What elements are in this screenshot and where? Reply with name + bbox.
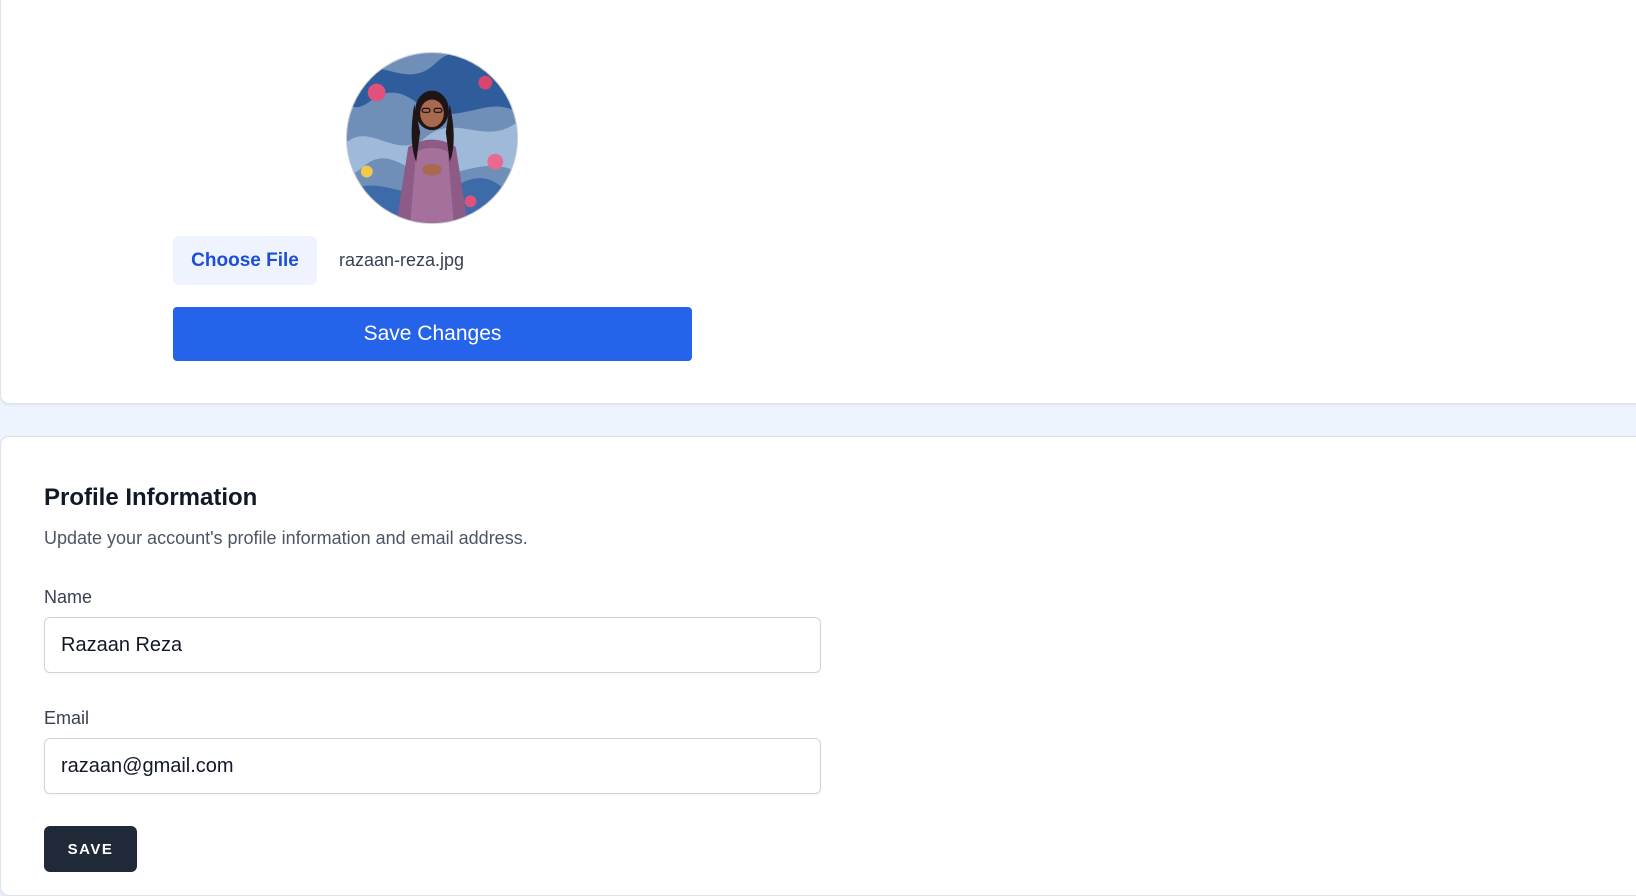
file-upload-row: Choose File razaan-reza.jpg [173, 236, 464, 285]
section-title: Profile Information [44, 484, 258, 511]
email-field[interactable] [44, 738, 821, 794]
choose-file-button[interactable]: Choose File [173, 236, 317, 285]
email-label: Email [44, 708, 90, 728]
save-button[interactable]: SAVE [44, 826, 137, 872]
name-field[interactable] [44, 617, 821, 673]
section-description: Update your account's profile informatio… [44, 528, 528, 548]
selected-file-name: razaan-reza.jpg [339, 250, 465, 270]
save-changes-button[interactable]: Save Changes [173, 307, 692, 361]
avatar [346, 52, 518, 224]
name-label: Name [44, 587, 93, 607]
